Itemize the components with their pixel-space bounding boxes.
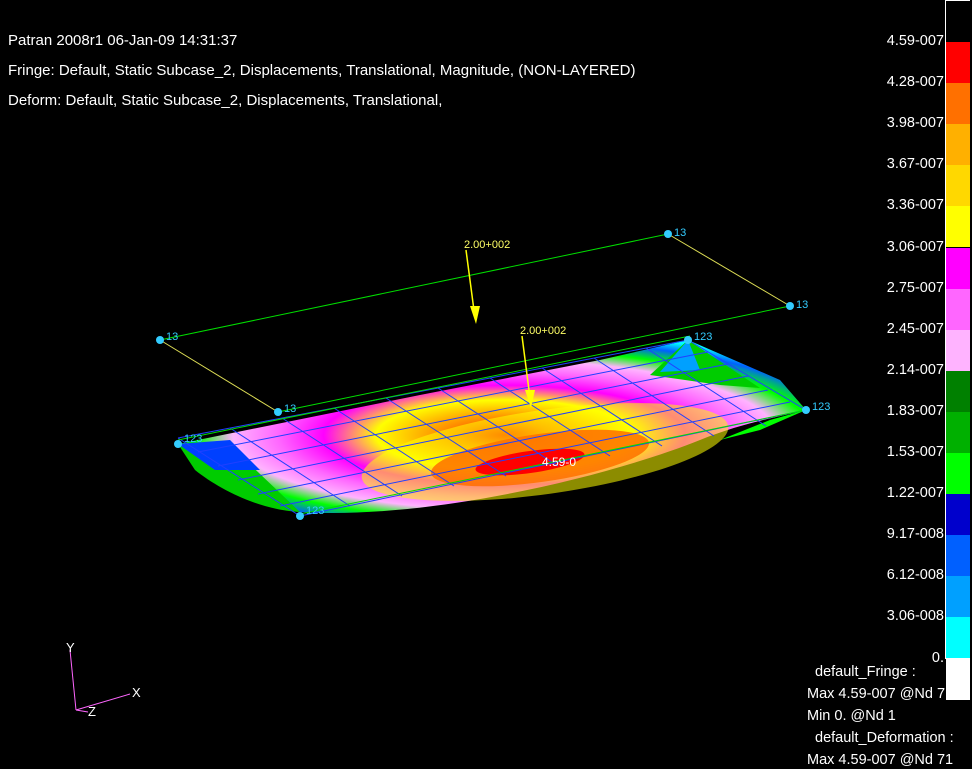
legend-tick-label: 4.28-007 [886, 74, 944, 91]
fringe-summary-max: Max 4.59-007 @Nd 71 [807, 686, 954, 702]
deform-summary-title: default_Deformation : [815, 730, 954, 746]
legend-swatch [946, 494, 970, 536]
svg-text:123: 123 [694, 331, 712, 343]
legend-tick-label: 3.67-007 [886, 156, 944, 173]
legend-tick-label: 3.98-007 [886, 115, 944, 132]
legend-tick-label: 3.36-007 [886, 197, 944, 214]
legend-swatch [946, 370, 970, 412]
legend-tick-label: 9.17-008 [886, 526, 944, 543]
legend-tick-label: 0. [931, 649, 944, 666]
svg-text:123: 123 [184, 433, 202, 445]
legend-swatch [946, 329, 970, 371]
legend-tick-label: 4.59-007 [886, 33, 944, 49]
axis-z-label: Z [88, 704, 96, 719]
svg-text:13: 13 [284, 403, 296, 415]
legend-swatch [946, 617, 970, 659]
legend-tick-label: 1.53-007 [886, 444, 944, 460]
fringe-summary-title: default_Fringe : [815, 664, 916, 680]
force-arrow-1: 2.00+002 [464, 239, 510, 324]
force-label-2: 2.00+002 [520, 325, 566, 337]
legend-swatch [946, 165, 970, 207]
legend-swatch [946, 124, 970, 166]
force-label-1: 2.00+002 [464, 239, 510, 251]
legend-tick-label: 3.06-008 [886, 608, 944, 625]
legend-tick-label: 2.75-007 [886, 279, 944, 296]
legend-tick-label: 3.06-007 [886, 238, 944, 255]
axis-x-label: X [132, 685, 141, 700]
svg-text:13: 13 [796, 299, 808, 311]
legend-swatch [946, 42, 970, 84]
legend-swatch [946, 247, 970, 289]
svg-text:13: 13 [166, 331, 178, 343]
legend-swatch [946, 83, 970, 125]
legend-swatch [946, 576, 970, 618]
contour-max-label: 4.59-0 [542, 455, 576, 469]
legend-tick-label: 1.83-007 [886, 402, 944, 419]
axis-y-label: Y [66, 640, 75, 655]
legend-tick-label: 6.12-008 [886, 567, 944, 584]
legend-tick-label: 2.14-007 [886, 361, 944, 378]
fringe-legend-bar [945, 0, 970, 700]
legend-swatch [946, 288, 970, 330]
model-viewport[interactable]: 2.00+002 2.00+002 13 13 13 13 123 123 12… [0, 0, 972, 769]
svg-text:13: 13 [674, 227, 686, 239]
legend-swatch [946, 535, 970, 577]
svg-text:123: 123 [812, 401, 830, 413]
axis-triad: Y X Z [66, 640, 141, 719]
legend-swatch [946, 411, 970, 453]
legend-swatch [946, 206, 970, 248]
deform-summary-max: Max 4.59-007 @Nd 71 [807, 752, 954, 768]
svg-text:123: 123 [306, 505, 324, 517]
legend-swatch [946, 453, 970, 495]
legend-tick-label: 1.22-007 [886, 485, 944, 502]
fringe-summary-min: Min 0. @Nd 1 [807, 708, 896, 724]
legend-tick-label: 2.45-007 [886, 320, 944, 337]
